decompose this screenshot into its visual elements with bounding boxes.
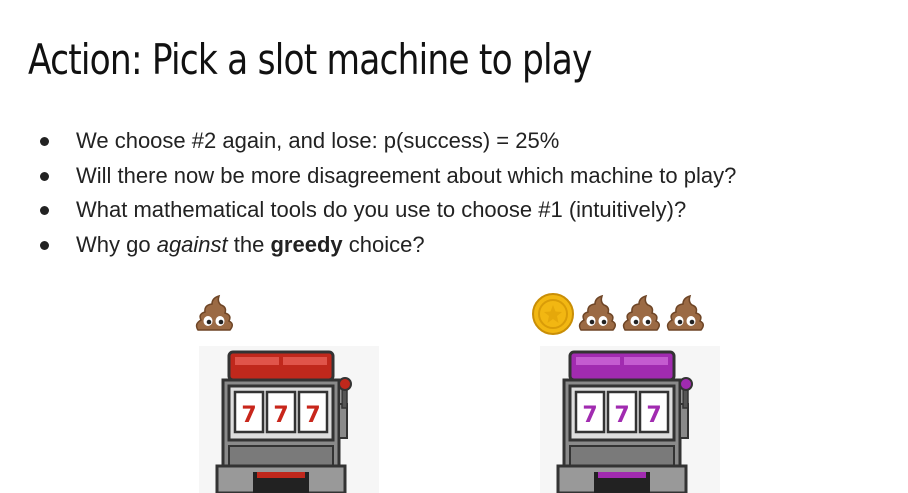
reel-symbol: 7	[646, 403, 661, 428]
bullet-dot	[40, 206, 49, 215]
slot-machine-2[interactable]: 7 7 7	[540, 346, 720, 493]
bullet-text-part: Why go	[76, 231, 157, 257]
poop-icon	[195, 294, 233, 331]
bullet-text-italic: against	[156, 231, 228, 257]
bullet-dot	[40, 171, 49, 181]
bullet-item: Will there now be more disagreement abou…	[38, 159, 898, 194]
bullet-text: Why go against the greedy choice?	[76, 232, 425, 257]
machine-2-outcomes	[531, 292, 707, 336]
reel-symbol: 7	[614, 403, 629, 428]
bullet-text-bold: greedy	[270, 231, 343, 257]
bullet-item: Why go against the greedy choice?	[38, 228, 898, 263]
coin-icon	[532, 293, 574, 335]
bullet-item: We choose #2 again, and lose: p(success)…	[38, 124, 898, 159]
bullet-text: Will there now be more disagreement abou…	[76, 162, 737, 188]
bullet-list: We choose #2 again, and lose: p(success)…	[38, 124, 898, 262]
bullet-dot	[40, 137, 49, 146]
bullet-text: We choose #2 again, and lose: p(success)…	[76, 128, 560, 153]
bullet-text-part: the	[227, 231, 271, 257]
bullet-text: What mathematical tools do you use to ch…	[76, 197, 687, 222]
reel-symbol: 7	[582, 403, 597, 428]
slot-machine-1[interactable]: 7 7 7	[199, 346, 379, 493]
slide-title: Action: Pick a slot machine to play	[28, 35, 592, 84]
reel-symbol: 7	[305, 403, 320, 428]
poop-icon	[666, 294, 704, 331]
poop-icon	[622, 294, 660, 331]
bullet-item: What mathematical tools do you use to ch…	[38, 193, 898, 228]
bullet-dot	[40, 240, 49, 250]
poop-icon	[578, 294, 616, 331]
reel-symbol: 7	[241, 403, 256, 428]
reel-symbol: 7	[273, 403, 288, 428]
machine-1-outcomes	[192, 292, 236, 336]
bullet-text-part: choice?	[342, 231, 425, 257]
